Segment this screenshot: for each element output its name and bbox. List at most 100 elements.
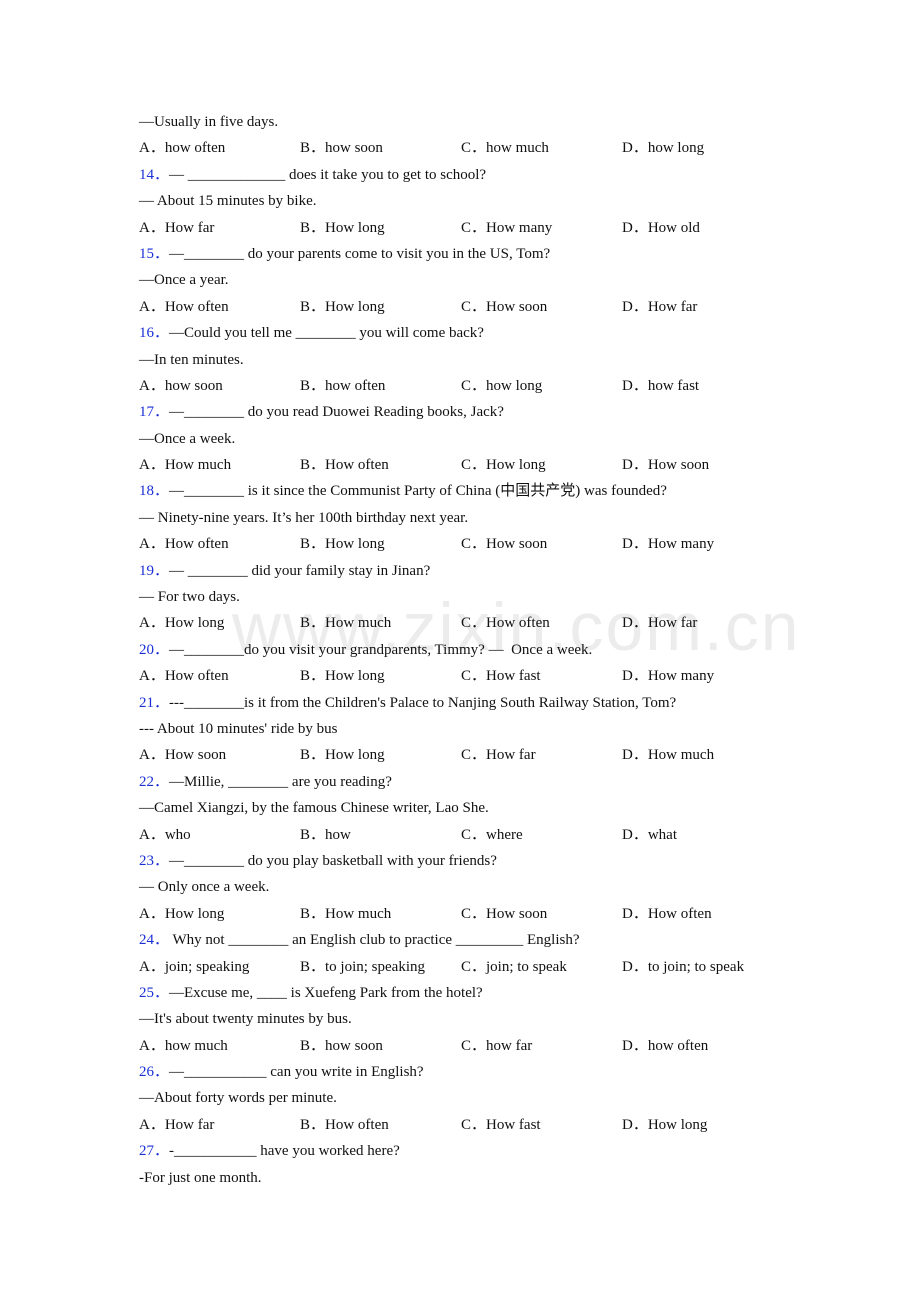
question-prompt-line: 20．—________do you visit your grandparen… <box>139 637 799 663</box>
options-row: A．How far B．How long C．How many D．How old <box>139 215 799 241</box>
option-d: D．how long <box>622 140 705 157</box>
option-c: C．join; to speak <box>461 958 567 975</box>
question-number: 16． <box>139 325 170 342</box>
question-prompt-line: 17．—________ do you read Duowei Reading … <box>139 399 799 425</box>
option-d: D．How many <box>622 536 715 553</box>
question-prompt: —________ do you read Duowei Reading boo… <box>169 404 504 421</box>
options-row: A．join; speaking B．to join; speaking C．joi… <box>139 954 799 980</box>
question-document: —Usually in five days. A．how often B．how… <box>139 109 799 1191</box>
question-item: 26．—___________ can you write in English… <box>139 1059 799 1138</box>
question-item: 21．---________is it from the Children's … <box>139 690 799 769</box>
option-b: B．to join; speaking <box>300 958 425 975</box>
question-prompt-line: 24． Why not ________ an English club to … <box>139 927 799 953</box>
question-prompt-line: 23．—________ do you play basketball with… <box>139 848 799 874</box>
option-a: A．who <box>139 826 191 843</box>
options-row: A．How soon B．How long C．How far D．How much <box>139 742 799 768</box>
question-item: 24． Why not ________ an English club to … <box>139 927 799 980</box>
option-d: D．how fast <box>622 377 700 394</box>
option-d: D．How far <box>622 298 698 315</box>
option-a: A．How far <box>139 219 215 236</box>
answer-line: --- About 10 minutes' ride by bus <box>139 720 338 737</box>
answer-line: — About 15 minutes by bike. <box>139 193 317 210</box>
question-number: 26． <box>139 1064 170 1081</box>
question-prompt-line: 16．—Could you tell me ________ you will … <box>139 320 799 346</box>
options-row: A．How often B．How long C．How soon D．How far <box>139 294 799 320</box>
option-c: C．how long <box>461 377 543 394</box>
option-c: C．How fast <box>461 668 541 685</box>
option-d: D．to join; to speak <box>622 958 745 975</box>
question-prompt: —Millie, ________ are you reading? <box>169 773 392 790</box>
option-b: B．How often <box>300 457 389 474</box>
question-item: 18．—________ is it since the Communist P… <box>139 478 799 557</box>
answer-line: —Usually in five days. <box>139 114 279 130</box>
option-a: A．How often <box>139 536 229 553</box>
options-row: A．how soon B．how often C．how long D．how fas… <box>139 373 799 399</box>
answer-line: — Ninety-nine years. It’s her 100th birt… <box>139 509 469 526</box>
option-c: C．How far <box>461 747 536 764</box>
option-a: A．How far <box>139 1116 215 1133</box>
option-a: A．how soon <box>139 377 223 394</box>
option-b: B．how soon <box>300 140 383 157</box>
question-prompt: —________ is it since the Communist Part… <box>169 483 667 500</box>
answer-line: —About forty words per minute. <box>139 1090 337 1107</box>
answer-line: —Once a week. <box>139 430 236 447</box>
options-row: A．How much B．How often C．How long D．How soo… <box>139 452 799 478</box>
option-a: A．How soon <box>139 747 227 764</box>
answer-line: —In ten minutes. <box>139 351 244 368</box>
question-prompt-line: 22．—Millie, ________ are you reading? <box>139 769 799 795</box>
options-row: A．how much B．how soon C．how far D．how often <box>139 1033 799 1059</box>
answer-line: —Once a year. <box>139 272 229 289</box>
option-d: D．How often <box>622 905 712 922</box>
answer-line: — Only once a week. <box>139 879 270 896</box>
question-prompt: —Could you tell me ________ you will com… <box>169 325 484 342</box>
option-c: C．How fast <box>461 1116 541 1133</box>
options-row: A．How far B．How often C．How fast D．How long <box>139 1112 799 1138</box>
question-prompt: —Excuse me, ____ is Xuefeng Park from th… <box>169 984 483 1001</box>
option-d: D．How soon <box>622 457 710 474</box>
option-b: B．How long <box>300 536 385 553</box>
option-a: A．join; speaking <box>139 958 250 975</box>
question-prompt: —________ do your parents come to visit … <box>169 245 551 262</box>
option-c: C．where <box>461 826 523 843</box>
question-prompt: —___________ can you write in English? <box>169 1064 424 1081</box>
option-b: B．how soon <box>300 1037 383 1054</box>
option-c: C．How soon <box>461 905 548 922</box>
option-c: C．How often <box>461 615 550 632</box>
option-a: A．how often <box>139 140 226 157</box>
option-b: B．How much <box>300 615 392 632</box>
option-b: B．How much <box>300 905 392 922</box>
question-number: 17． <box>139 404 170 421</box>
option-b: B．How long <box>300 668 385 685</box>
option-d: D．How long <box>622 1116 708 1133</box>
option-b: B．how <box>300 826 351 843</box>
option-a: A．How much <box>139 457 232 474</box>
question-number: 21． <box>139 694 170 711</box>
options-row: A．How often B．How long C．How fast D．How man… <box>139 663 799 689</box>
question-item: 14．— _____________ does it take you to g… <box>139 162 799 241</box>
answer-line: — For two days. <box>139 589 240 606</box>
question-prompt: —________do you visit your grandparents,… <box>169 641 593 658</box>
option-d: D．How many <box>622 668 715 685</box>
option-d: D．what <box>622 826 677 843</box>
question-number: 27． <box>139 1143 170 1160</box>
option-b: B．How often <box>300 1116 389 1133</box>
option-c: C．how far <box>461 1037 533 1054</box>
option-b: B．how often <box>300 377 386 394</box>
question-prompt-line: 14．— _____________ does it take you to g… <box>139 162 799 188</box>
option-c: C．How soon <box>461 298 548 315</box>
question-prompt: ---________is it from the Children's Pal… <box>169 694 677 711</box>
option-c: C．How many <box>461 219 553 236</box>
option-c: C．How long <box>461 457 546 474</box>
question-item: 22．—Millie, ________ are you reading? —Ca… <box>139 769 799 848</box>
option-b: B．How long <box>300 298 385 315</box>
options-row: A．who B．how C．where D．what <box>139 822 799 848</box>
option-a: A．How long <box>139 615 225 632</box>
option-a: A．How often <box>139 298 229 315</box>
option-b: B．How long <box>300 747 385 764</box>
question-prompt-line: 25．—Excuse me, ____ is Xuefeng Park from… <box>139 980 799 1006</box>
options-row: A．How long B．How much C．How soon D．How ofte… <box>139 901 799 927</box>
answer-line: -For just one month. <box>139 1169 262 1186</box>
question-item: 23．—________ do you play basketball with… <box>139 848 799 927</box>
question-prompt-line: 18．—________ is it since the Communist P… <box>139 478 799 504</box>
question-prompt: Why not ________ an English club to prac… <box>169 932 580 949</box>
